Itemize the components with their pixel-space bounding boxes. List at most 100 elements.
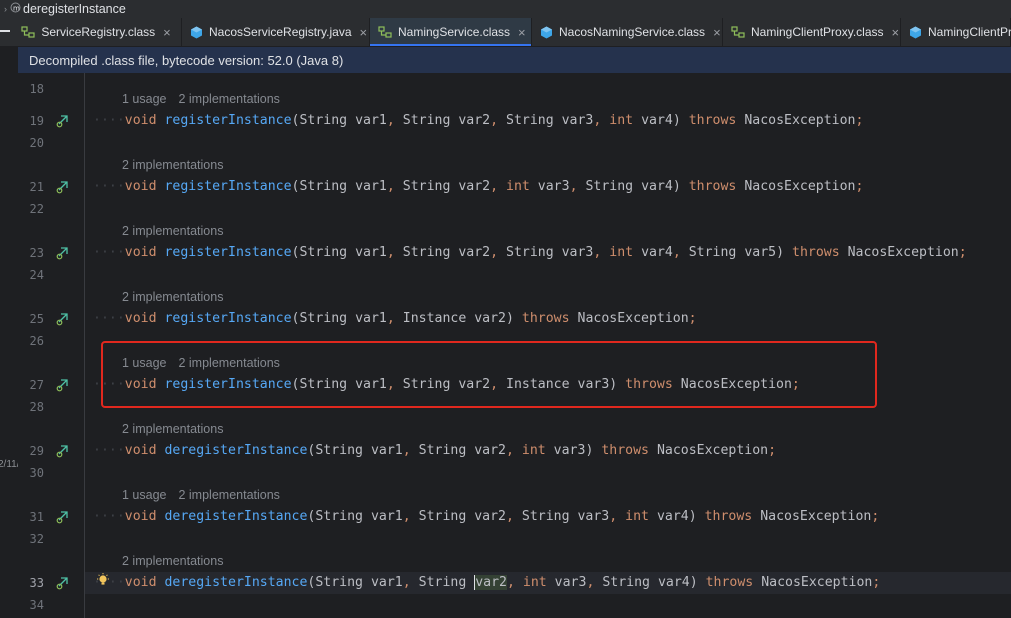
implemented-icon[interactable] bbox=[56, 510, 70, 524]
method-name[interactable]: registerInstance bbox=[164, 179, 291, 194]
param-name[interactable]: var1 bbox=[371, 443, 403, 458]
method-name[interactable]: deregisterInstance bbox=[164, 575, 307, 590]
tab-nacosserviceregistry-java[interactable]: NacosServiceRegistry.java × bbox=[182, 18, 370, 46]
param-type[interactable]: String bbox=[403, 377, 451, 392]
param-name[interactable]: var4 bbox=[641, 113, 673, 128]
param-type[interactable]: Instance bbox=[506, 377, 570, 392]
param-type[interactable]: String bbox=[403, 245, 451, 260]
exception-type[interactable]: NacosException bbox=[657, 443, 768, 458]
tab-nacosnamingservice-class[interactable]: NacosNamingService.class × bbox=[532, 18, 723, 46]
param-name[interactable]: var2 bbox=[474, 311, 506, 326]
usage-hint[interactable]: 1 usage bbox=[122, 356, 166, 370]
method-name[interactable]: registerInstance bbox=[164, 377, 291, 392]
param-type[interactable]: String bbox=[315, 443, 363, 458]
param-name[interactable]: var2 bbox=[458, 377, 490, 392]
param-name[interactable]: var4 bbox=[657, 509, 689, 524]
param-name[interactable]: var1 bbox=[355, 245, 387, 260]
param-type[interactable]: int bbox=[625, 509, 649, 524]
code-line[interactable]: ····void registerInstance(String var1, I… bbox=[93, 308, 697, 330]
inlay-hint[interactable]: 1 usage 2 implementations bbox=[122, 88, 280, 110]
param-type[interactable]: int bbox=[522, 443, 546, 458]
exception-type[interactable]: NacosException bbox=[744, 179, 855, 194]
inlay-hint[interactable]: 1 usage 2 implementations bbox=[122, 352, 280, 374]
usage-hint[interactable]: 1 usage bbox=[122, 92, 166, 106]
implementations-hint[interactable]: 2 implementations bbox=[122, 158, 223, 172]
implemented-icon[interactable] bbox=[56, 312, 70, 326]
method-name[interactable]: registerInstance bbox=[164, 113, 291, 128]
code-editor[interactable]: 1 usage 2 implementations ····void registe… bbox=[85, 73, 1011, 618]
exception-type[interactable]: NacosException bbox=[760, 509, 871, 524]
param-name[interactable]: var3 bbox=[577, 509, 609, 524]
param-type[interactable]: String bbox=[299, 179, 347, 194]
implementations-hint[interactable]: 2 implementations bbox=[178, 488, 279, 502]
usage-hint[interactable]: 1 usage bbox=[122, 488, 166, 502]
inlay-hint[interactable]: 2 implementations bbox=[122, 418, 223, 440]
param-name[interactable]: var3 bbox=[554, 443, 586, 458]
param-name[interactable]: var3 bbox=[562, 113, 594, 128]
inlay-hint[interactable]: 2 implementations bbox=[122, 154, 223, 176]
close-icon[interactable]: × bbox=[360, 25, 368, 40]
param-type[interactable]: int bbox=[523, 575, 547, 590]
implementations-hint[interactable]: 2 implementations bbox=[122, 554, 223, 568]
code-line[interactable]: ····void registerInstance(String var1, S… bbox=[93, 242, 967, 264]
exception-type[interactable]: NacosException bbox=[681, 377, 792, 392]
lightbulb-icon[interactable] bbox=[96, 573, 110, 587]
param-name[interactable]: var4 bbox=[641, 179, 673, 194]
breadcrumb-method[interactable]: deregisterInstance bbox=[23, 2, 126, 16]
close-icon[interactable]: × bbox=[518, 25, 526, 40]
inlay-hint[interactable]: 2 implementations bbox=[122, 220, 223, 242]
param-name[interactable]: var1 bbox=[355, 377, 387, 392]
method-name[interactable]: registerInstance bbox=[164, 245, 291, 260]
param-name[interactable]: var3 bbox=[562, 245, 594, 260]
inlay-hint[interactable]: 2 implementations bbox=[122, 550, 223, 572]
close-icon[interactable]: × bbox=[892, 25, 900, 40]
param-type[interactable]: String bbox=[299, 113, 347, 128]
tab-namingclientprox[interactable]: NamingClientProx bbox=[901, 18, 1011, 46]
param-name[interactable]: var2 bbox=[474, 443, 506, 458]
param-type[interactable]: String bbox=[299, 245, 347, 260]
implementations-hint[interactable]: 2 implementations bbox=[122, 224, 223, 238]
param-type[interactable]: String bbox=[506, 113, 554, 128]
param-type[interactable]: String bbox=[403, 179, 451, 194]
param-type[interactable]: String bbox=[299, 377, 347, 392]
param-name[interactable]: var5 bbox=[744, 245, 776, 260]
code-line[interactable]: ····void registerInstance(String var1, S… bbox=[93, 176, 863, 198]
implemented-icon[interactable] bbox=[56, 246, 70, 260]
implemented-icon[interactable] bbox=[56, 378, 70, 392]
inlay-hint[interactable]: 1 usage 2 implementations bbox=[122, 484, 280, 506]
implementations-hint[interactable]: 2 implementations bbox=[178, 92, 279, 106]
param-type[interactable]: String bbox=[419, 575, 467, 590]
param-name[interactable]: var2 bbox=[458, 113, 490, 128]
code-line[interactable]: ····void registerInstance(String var1, S… bbox=[93, 374, 800, 396]
implemented-icon[interactable] bbox=[56, 180, 70, 194]
implementations-hint[interactable]: 2 implementations bbox=[122, 422, 223, 436]
tab-namingservice-class[interactable]: NamingService.class × bbox=[370, 18, 532, 46]
param-name[interactable]: var1 bbox=[355, 179, 387, 194]
implementations-hint[interactable]: 2 implementations bbox=[178, 356, 279, 370]
param-name[interactable]: var2 bbox=[474, 509, 506, 524]
param-type[interactable]: String bbox=[315, 575, 363, 590]
param-name[interactable]: var1 bbox=[371, 575, 403, 590]
param-name[interactable]: var3 bbox=[555, 575, 587, 590]
code-line[interactable]: ····void registerInstance(String var1, S… bbox=[93, 110, 863, 132]
param-name[interactable]: var2 bbox=[458, 245, 490, 260]
exception-type[interactable]: NacosException bbox=[578, 311, 689, 326]
exception-type[interactable]: NacosException bbox=[761, 575, 872, 590]
param-name[interactable]: var1 bbox=[371, 509, 403, 524]
param-type[interactable]: int bbox=[609, 245, 633, 260]
inlay-hint[interactable]: 2 implementations bbox=[122, 286, 223, 308]
param-name[interactable]: var4 bbox=[641, 245, 673, 260]
param-type[interactable]: String bbox=[506, 245, 554, 260]
param-name[interactable]: var4 bbox=[658, 575, 690, 590]
param-type[interactable]: String bbox=[689, 245, 737, 260]
close-icon[interactable]: × bbox=[713, 25, 721, 40]
method-name[interactable]: deregisterInstance bbox=[164, 443, 307, 458]
param-name[interactable]: var2 bbox=[458, 179, 490, 194]
param-type[interactable]: int bbox=[609, 113, 633, 128]
param-type[interactable]: Instance bbox=[403, 311, 467, 326]
implemented-icon[interactable] bbox=[56, 444, 70, 458]
editor-gutter[interactable]: 18 19 20 21 22 23 24 25 26 27 28 29 30 31 32 33 34 bbox=[18, 73, 85, 618]
param-name[interactable]: var3 bbox=[538, 179, 570, 194]
code-line[interactable]: ····void deregisterInstance(String var1,… bbox=[93, 572, 880, 594]
param-type[interactable]: String bbox=[315, 509, 363, 524]
